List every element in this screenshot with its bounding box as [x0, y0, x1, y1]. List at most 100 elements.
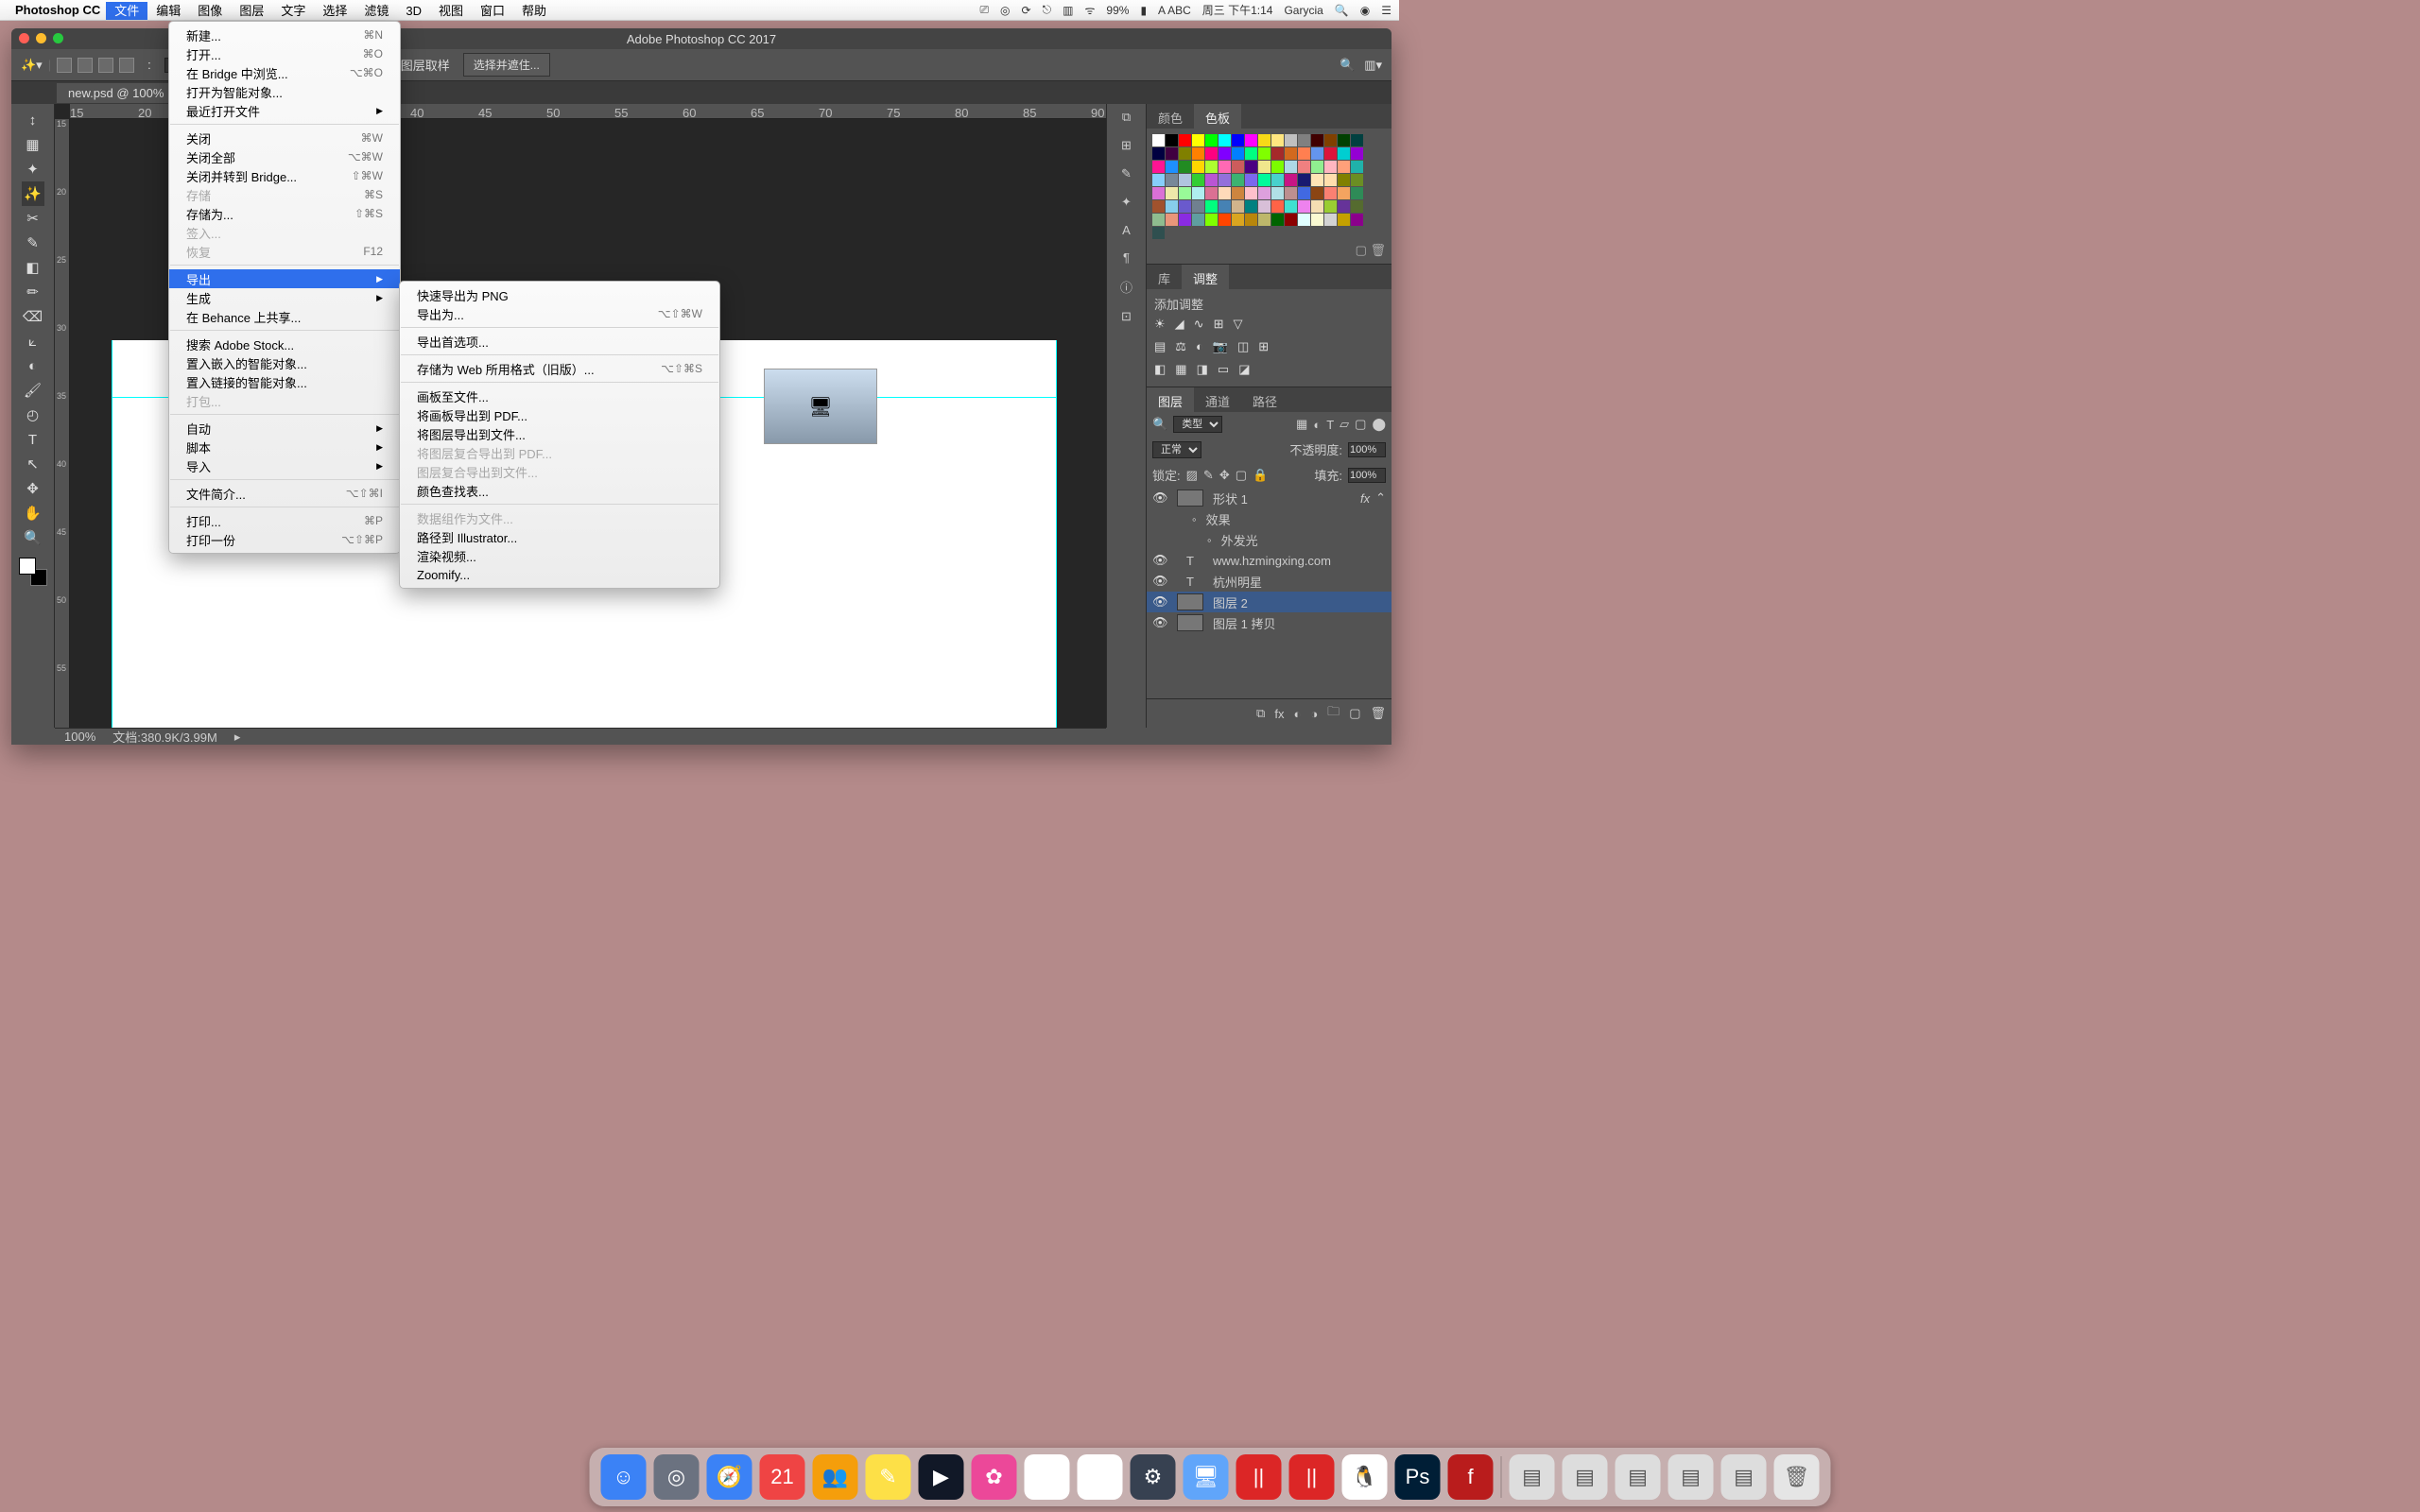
- swatch[interactable]: [1192, 214, 1204, 226]
- swatch[interactable]: [1192, 174, 1204, 186]
- add-selection-icon[interactable]: [78, 58, 93, 73]
- swatch[interactable]: [1258, 200, 1270, 213]
- swatch[interactable]: [1192, 161, 1204, 173]
- swatch[interactable]: [1232, 174, 1244, 186]
- menu-图层[interactable]: 图层: [231, 2, 272, 20]
- swatch[interactable]: [1152, 200, 1165, 213]
- menu-文字[interactable]: 文字: [272, 2, 314, 20]
- layer-row[interactable]: 👁Twww.hzmingxing.com: [1147, 550, 1392, 571]
- swatch[interactable]: [1166, 200, 1178, 213]
- swatch[interactable]: [1152, 174, 1165, 186]
- layer-row[interactable]: 👁图层 2: [1147, 592, 1392, 612]
- new-group-icon[interactable]: 🗀: [1327, 703, 1340, 724]
- menu-item[interactable]: 导出: [169, 269, 400, 288]
- user-name[interactable]: Garycia: [1284, 4, 1322, 17]
- dock-app-11[interactable]: 🖥: [1184, 1454, 1229, 1500]
- menu-3D[interactable]: 3D: [397, 2, 430, 20]
- color-lookup-icon[interactable]: ⊞: [1258, 339, 1269, 354]
- swatches-panel-tab[interactable]: 色板: [1194, 104, 1241, 129]
- swatch[interactable]: [1338, 147, 1350, 160]
- clock[interactable]: 周三 下午1:14: [1202, 2, 1273, 18]
- gradient-map-icon[interactable]: ▭: [1218, 362, 1229, 377]
- menu-item[interactable]: 新建...⌘N: [169, 26, 400, 44]
- hue-sat-icon[interactable]: ▤: [1154, 339, 1166, 354]
- swatch[interactable]: [1324, 200, 1337, 213]
- layer-row[interactable]: 👁形状 1fx ⌃: [1147, 488, 1392, 508]
- swatch[interactable]: [1351, 174, 1363, 186]
- menu-item[interactable]: 路径到 Illustrator...: [400, 527, 719, 546]
- dock-minimized[interactable]: ▤: [1721, 1454, 1767, 1500]
- minimize-button[interactable]: [36, 33, 46, 43]
- menuextra-icon[interactable]: ⎚: [979, 3, 989, 17]
- tool-8[interactable]: ⌫: [22, 304, 44, 329]
- doc-size[interactable]: 文档:380.9K/3.99M: [112, 728, 217, 745]
- dock-app-12[interactable]: ||: [1236, 1454, 1282, 1500]
- swatch[interactable]: [1271, 200, 1284, 213]
- paths-panel-tab[interactable]: 路径: [1241, 387, 1288, 412]
- brush-presets-panel-icon[interactable]: ✦: [1121, 195, 1132, 210]
- menu-item[interactable]: 打印一份⌥⇧⌘P: [169, 530, 400, 549]
- layer-row[interactable]: ◦效果: [1147, 508, 1392, 529]
- dock-app-5[interactable]: ✎: [866, 1454, 911, 1500]
- filter-smart-icon[interactable]: ▢: [1355, 417, 1366, 432]
- menu-item[interactable]: 渲染视频...: [400, 546, 719, 565]
- new-fill-adj-icon[interactable]: ◑: [1310, 707, 1318, 721]
- swatch[interactable]: [1324, 187, 1337, 199]
- tool-11[interactable]: 🖌: [22, 378, 44, 403]
- menu-item[interactable]: 文件简介...⌥⇧⌘I: [169, 484, 400, 503]
- menu-item[interactable]: 画板至文件...: [400, 387, 719, 405]
- swatch[interactable]: [1258, 147, 1270, 160]
- tool-12[interactable]: ◴: [22, 403, 44, 427]
- color-balance-icon[interactable]: ⚖: [1175, 339, 1186, 354]
- menu-item[interactable]: 在 Behance 上共享...: [169, 307, 400, 326]
- swatch[interactable]: [1285, 187, 1297, 199]
- swatch[interactable]: [1258, 214, 1270, 226]
- dock-app-6[interactable]: ▶: [919, 1454, 964, 1500]
- filter-shape-icon[interactable]: ▱: [1340, 417, 1349, 432]
- layer-row[interactable]: 👁T杭州明星: [1147, 571, 1392, 592]
- menu-窗口[interactable]: 窗口: [472, 2, 513, 20]
- menu-视图[interactable]: 视图: [430, 2, 472, 20]
- posterize-icon[interactable]: ▦: [1175, 362, 1186, 377]
- color-chips[interactable]: [19, 558, 47, 586]
- swatch[interactable]: [1285, 174, 1297, 186]
- swatch[interactable]: [1219, 214, 1231, 226]
- dock-app-8[interactable]: ♫: [1025, 1454, 1070, 1500]
- swatch[interactable]: [1311, 174, 1323, 186]
- visibility-icon[interactable]: 👁: [1152, 594, 1166, 610]
- swatch[interactable]: [1338, 134, 1350, 146]
- swatch[interactable]: [1166, 187, 1178, 199]
- menu-选择[interactable]: 选择: [314, 2, 355, 20]
- wifi-icon[interactable]: ᯤ: [1084, 2, 1095, 18]
- swatch[interactable]: [1232, 161, 1244, 173]
- menu-item[interactable]: 导出首选项...: [400, 332, 719, 351]
- menu-item[interactable]: 颜色查找表...: [400, 481, 719, 500]
- dock-app-0[interactable]: ☺: [601, 1454, 647, 1500]
- swatch[interactable]: [1285, 134, 1297, 146]
- character-panel-icon[interactable]: A: [1122, 223, 1131, 237]
- layer-row[interactable]: ◦外发光: [1147, 529, 1392, 550]
- swatch[interactable]: [1311, 161, 1323, 173]
- swatch[interactable]: [1338, 174, 1350, 186]
- menu-文件[interactable]: 文件: [106, 2, 147, 20]
- select-and-mask-button[interactable]: 选择并遮住...: [463, 53, 550, 77]
- swatch[interactable]: [1311, 147, 1323, 160]
- swatch[interactable]: [1152, 134, 1165, 146]
- menu-item[interactable]: 存储为 Web 所用格式（旧版）...⌥⇧⌘S: [400, 359, 719, 378]
- filter-pixel-icon[interactable]: ▦: [1296, 417, 1307, 432]
- layer-fx-icon[interactable]: fx: [1274, 707, 1284, 721]
- dock-app-15[interactable]: Ps: [1395, 1454, 1441, 1500]
- swatch[interactable]: [1324, 147, 1337, 160]
- swatch[interactable]: [1258, 134, 1270, 146]
- swatch[interactable]: [1271, 147, 1284, 160]
- brightness-icon[interactable]: ☀: [1154, 317, 1166, 332]
- menu-item[interactable]: 生成: [169, 288, 400, 307]
- navigator-panel-icon[interactable]: ⊡: [1121, 309, 1132, 324]
- link-layers-icon[interactable]: ⧉: [1256, 706, 1265, 721]
- lock-all-icon[interactable]: 🔒: [1253, 468, 1268, 483]
- swatch[interactable]: [1219, 200, 1231, 213]
- selective-color-icon[interactable]: ◪: [1238, 362, 1250, 377]
- swatch[interactable]: [1351, 214, 1363, 226]
- swatch[interactable]: [1298, 174, 1310, 186]
- menu-item[interactable]: 导入: [169, 456, 400, 475]
